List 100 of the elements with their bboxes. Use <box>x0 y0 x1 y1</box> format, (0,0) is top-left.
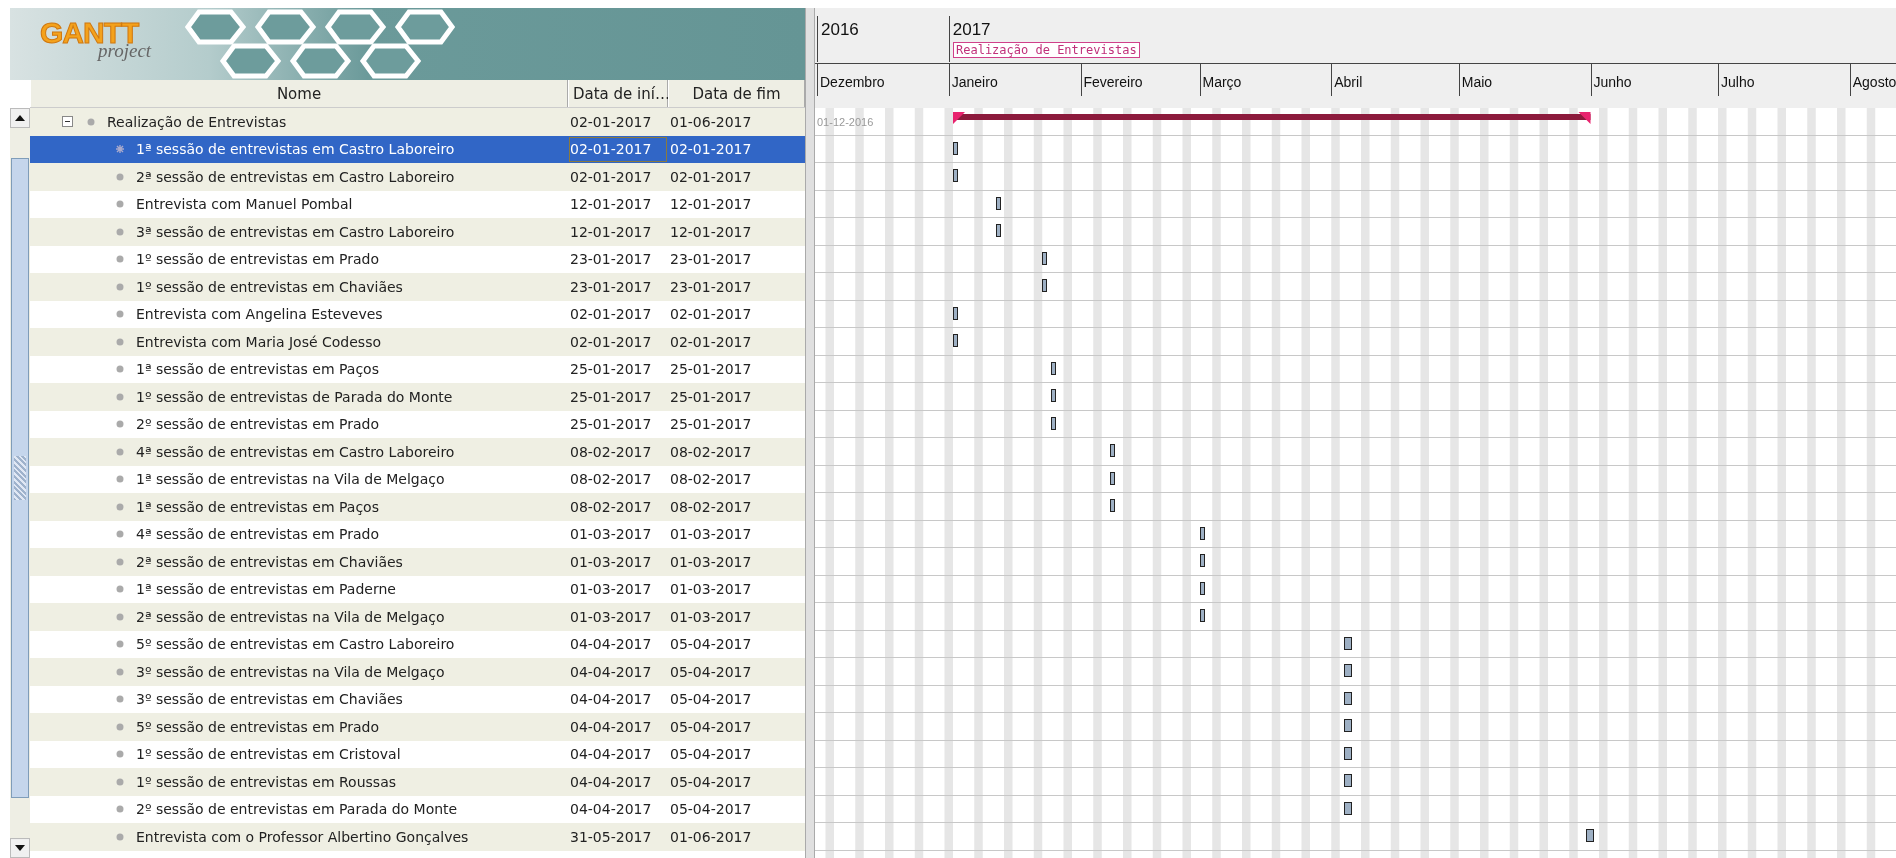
task-row[interactable]: Entrevista com o Professor Albertino Gonçalves 31-05-2017 01-06-2017 <box>30 823 805 851</box>
month-label: Fevereiro <box>1080 64 1143 96</box>
end-date-cell-text: 08-02-2017 <box>669 497 753 517</box>
bullet-icon <box>116 750 124 759</box>
start-date-cell-text: 04-04-2017 <box>569 662 653 682</box>
task-bar <box>1199 609 1205 622</box>
task-row[interactable]: Entrevista com Maria José Codesso 02-01-2017 02-01-2017 <box>30 328 805 356</box>
bullet-icon <box>116 585 124 594</box>
bullet-icon <box>116 227 124 236</box>
task-row[interactable]: 1ª sessão de entrevistas em Paços 08-02-2017 08-02-2017 <box>30 493 805 521</box>
start-date-cell-text: 04-04-2017 <box>569 800 653 820</box>
collapse-icon[interactable] <box>62 116 73 128</box>
task-name: 1ª sessão de entrevistas na Vila de Melgaço <box>136 471 445 488</box>
end-date-cell-text: 01-06-2017 <box>669 112 753 132</box>
task-bar <box>953 169 958 182</box>
scrollbar-thumb[interactable] <box>11 158 29 798</box>
end-date-cell-text: 05-04-2017 <box>669 772 753 792</box>
month-label: Maio <box>1458 64 1493 96</box>
end-date-cell-text: 25-01-2017 <box>669 360 753 380</box>
start-date-cell-text: 02-01-2017 <box>569 112 653 132</box>
end-date-cell-text: 12-01-2017 <box>669 195 753 215</box>
scroll-up-button[interactable] <box>10 108 30 128</box>
task-name: Entrevista com Manuel Pombal <box>136 196 353 213</box>
start-date-cell-text: 25-01-2017 <box>569 415 653 435</box>
task-row[interactable]: 2ª sessão de entrevistas na Vila de Melgaço 01-03-2017 01-03-2017 <box>30 603 805 631</box>
task-bar <box>1199 554 1205 567</box>
start-date-cell-text: 08-02-2017 <box>569 442 653 462</box>
end-date-cell-text: 12-01-2017 <box>669 222 753 242</box>
bullet-icon <box>116 200 124 209</box>
task-row[interactable]: 1º sessão de entrevistas em Roussas 04-04-2017 05-04-2017 <box>30 768 805 796</box>
bullet-icon <box>116 502 124 511</box>
end-date-cell-text: 05-04-2017 <box>669 690 753 710</box>
task-row[interactable]: 3º sessão de entrevistas na Vila de Melgaço 04-04-2017 05-04-2017 <box>30 658 805 686</box>
start-date-cell-text: 01-03-2017 <box>569 525 653 545</box>
task-bar <box>1110 499 1116 512</box>
bullet-icon <box>116 722 124 731</box>
task-bar <box>995 224 1001 237</box>
task-row[interactable]: 5º sessão de entrevistas em Prado 04-04-2017 05-04-2017 <box>30 713 805 741</box>
bullet-icon <box>116 667 124 676</box>
task-bar <box>1110 444 1116 457</box>
start-date-cell-text: 02-01-2017 <box>569 305 653 325</box>
end-date-cell-text: 02-01-2017 <box>669 140 753 160</box>
task-bar <box>1042 279 1048 292</box>
task-row[interactable]: 2ª sessão de entrevistas em Chaviães 01-03-2017 01-03-2017 <box>30 548 805 576</box>
scroll-down-button[interactable] <box>10 838 30 858</box>
task-name: 3º sessão de entrevistas na Vila de Melgaço <box>136 663 445 680</box>
task-row[interactable]: 3ª sessão de entrevistas em Castro Laboreiro 12-01-2017 12-01-2017 <box>30 218 805 246</box>
end-date-cell-text: 05-04-2017 <box>669 717 753 737</box>
task-row[interactable]: 1º sessão de entrevistas de Parada do Monte 25-01-2017 25-01-2017 <box>30 383 805 411</box>
arrow-down-icon <box>15 845 25 851</box>
start-date-cell-text: 04-04-2017 <box>569 772 653 792</box>
start-date-cell-text: 12-01-2017 <box>569 195 653 215</box>
bullet-icon <box>116 475 124 484</box>
end-date-cell-text: 08-02-2017 <box>669 442 753 462</box>
task-bar <box>953 306 958 320</box>
task-row[interactable]: Realização de Entrevistas 02-01-2017 01-06-2017 <box>30 108 805 136</box>
month-label: Abril <box>1331 64 1363 96</box>
bullet-icon <box>116 255 124 264</box>
task-name: 2ª sessão de entrevistas em Castro Laboreiro <box>136 168 455 185</box>
end-date-cell-text: 05-04-2017 <box>669 635 753 655</box>
task-row[interactable]: 1º sessão de entrevistas em Chaviães 23-01-2017 23-01-2017 <box>30 273 805 301</box>
task-name: 5º sessão de entrevistas em Prado <box>136 718 379 735</box>
summary-label: Realização de Entrevistas <box>953 42 1140 58</box>
start-date-cell-text: 01-03-2017 <box>569 607 653 627</box>
bullet-icon <box>116 420 124 429</box>
start-date-cell-text: 04-04-2017 <box>569 745 653 765</box>
end-date-cell-text: 25-01-2017 <box>669 415 753 435</box>
task-bar <box>953 141 958 155</box>
column-header[interactable]: Nome <box>30 80 568 107</box>
task-bar <box>1050 389 1056 402</box>
column-header[interactable]: Data de iní… <box>568 80 668 107</box>
task-bar <box>1344 691 1352 705</box>
task-bar <box>1199 581 1205 595</box>
bullet-icon <box>116 612 124 621</box>
month-label: Agosto <box>1849 64 1896 96</box>
task-bar <box>1344 636 1352 650</box>
task-name: 2ª sessão de entrevistas em Chaviães <box>136 553 403 570</box>
task-row[interactable]: 2ª sessão de entrevistas em Castro Laboreiro 02-01-2017 02-01-2017 <box>30 163 805 191</box>
task-bar <box>1344 664 1352 677</box>
end-date-cell-text: 01-03-2017 <box>669 580 753 600</box>
task-name: 4ª sessão de entrevistas em Castro Laboreiro <box>136 443 455 460</box>
task-name: Entrevista com Maria José Codesso <box>136 333 381 350</box>
task-row[interactable]: 4ª sessão de entrevistas em Castro Laboreiro 08-02-2017 08-02-2017 <box>30 438 805 466</box>
month-label: Março <box>1199 64 1242 96</box>
start-date-cell-text: 04-04-2017 <box>569 635 653 655</box>
bullet-icon <box>87 117 95 126</box>
task-name: 1º sessão de entrevistas em Cristoval <box>136 746 401 763</box>
task-bar <box>1110 471 1116 485</box>
task-name: Entrevista com o Professor Albertino Gonçalves <box>136 828 469 845</box>
task-row[interactable]: 1ª sessão de entrevistas em Castro Laboreiro 02-01-2017 02-01-2017 <box>30 135 805 163</box>
task-name: 1º sessão de entrevistas em Prado <box>136 251 379 268</box>
start-date-cell-text: 02-01-2017 <box>569 332 653 352</box>
bullet-icon <box>116 530 124 539</box>
start-date-cell-text: 23-01-2017 <box>569 250 653 270</box>
task-name: 1º sessão de entrevistas em Chaviães <box>136 278 403 295</box>
task-name: Realização de Entrevistas <box>107 113 287 130</box>
asterisk-icon <box>116 145 124 154</box>
start-date-cell-text: 04-04-2017 <box>569 690 653 710</box>
bullet-icon <box>116 310 124 319</box>
start-date-cell-text: 01-03-2017 <box>569 580 653 600</box>
